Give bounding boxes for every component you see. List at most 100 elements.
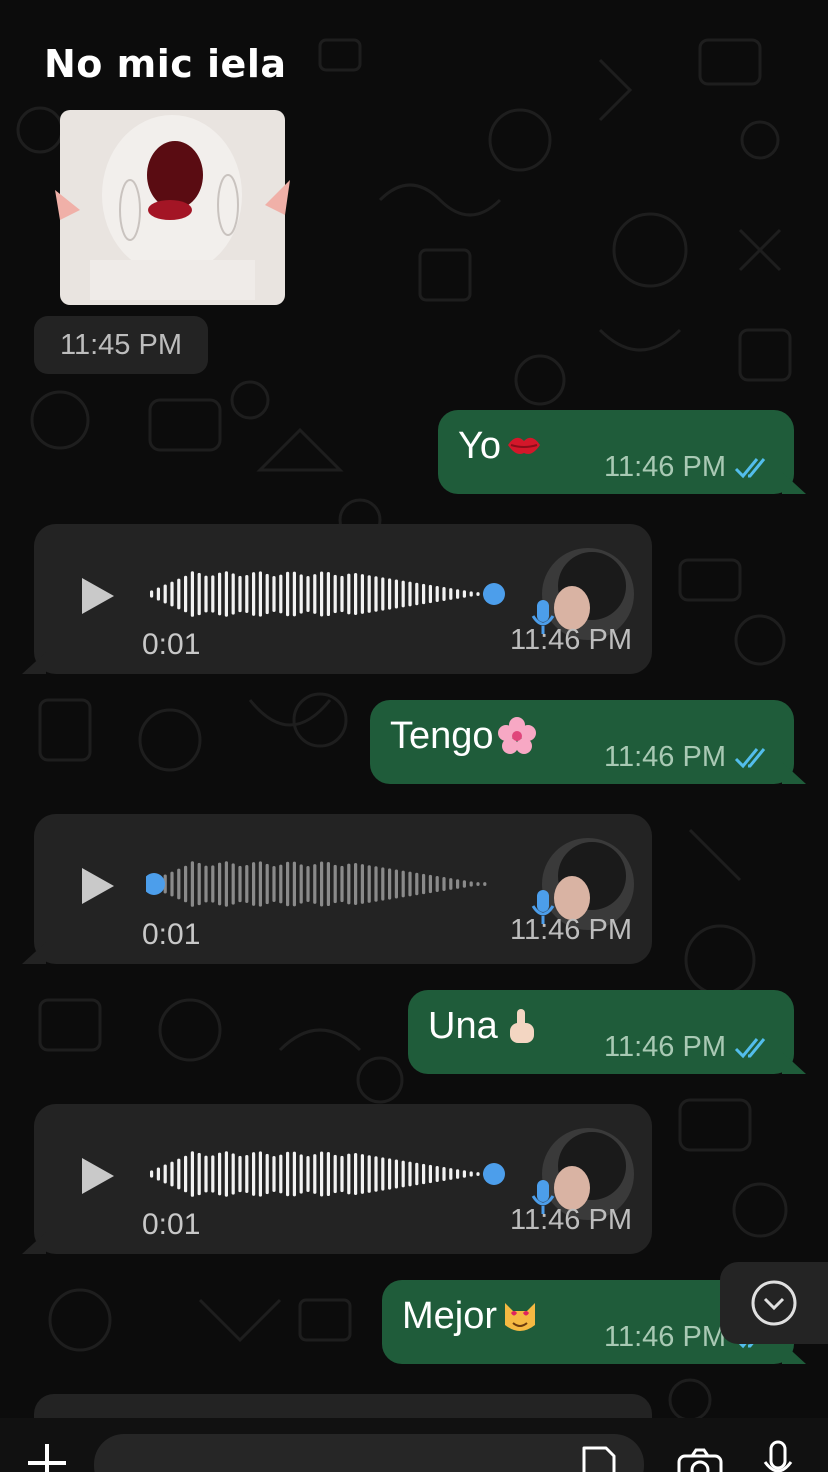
bubble-tail <box>782 762 806 784</box>
sticker-image[interactable] <box>50 100 295 305</box>
sticker-caption: No mic iela <box>44 42 287 86</box>
waveform-bar <box>197 862 201 906</box>
waveform-bar <box>449 1168 453 1180</box>
waveform-bar <box>422 583 426 605</box>
waveform-bar <box>286 1151 290 1197</box>
message-input[interactable] <box>94 1434 644 1472</box>
voice-message[interactable]: 0:01 11:46 PM <box>22 524 652 674</box>
waveform-bar <box>469 591 473 597</box>
message-time: 11:46 PM <box>604 741 726 773</box>
waveform-bar <box>415 872 419 896</box>
waveform-bar <box>340 1155 344 1193</box>
waveform-bar <box>292 1151 296 1197</box>
waveform-bar <box>381 1157 385 1191</box>
waveform-bar <box>435 585 439 603</box>
kiss-mark-icon <box>505 427 543 465</box>
outgoing-message[interactable]: Tengo 11:46 PM <box>370 700 806 784</box>
waveform-bar <box>224 571 228 617</box>
waveform-bar <box>408 871 412 897</box>
chevron-down-icon <box>751 1280 797 1326</box>
waveform-bar <box>292 571 296 617</box>
waveform-bar <box>265 573 269 615</box>
camera-icon[interactable] <box>676 1446 724 1472</box>
waveform-bar <box>449 878 453 890</box>
message-time: 11:46 PM <box>604 1321 726 1353</box>
playhead-dot[interactable] <box>146 873 165 895</box>
waveform-bar <box>326 1151 330 1197</box>
waveform-bar <box>476 882 480 886</box>
voice-duration: 0:01 <box>142 1208 201 1241</box>
plus-icon[interactable] <box>26 1442 68 1472</box>
heart-eyes-cat-icon <box>501 1297 539 1335</box>
waveform-bar <box>476 592 480 596</box>
voice-time: 11:46 PM <box>510 1204 632 1236</box>
waveform-bar <box>292 861 296 907</box>
play-icon[interactable] <box>80 1156 116 1196</box>
waveform-bar <box>190 861 194 907</box>
waveform-bar <box>456 589 460 599</box>
waveform-bar <box>374 1156 378 1192</box>
waveform-bar <box>258 1151 262 1197</box>
voice-message[interactable]: 0:01 11:46 PM <box>22 1104 652 1254</box>
play-icon[interactable] <box>80 866 116 906</box>
chat-screen: No mic iela 11:45 PM Yo 11:46 PM 0:01 11… <box>0 0 828 1472</box>
sticker-icon[interactable] <box>578 1444 618 1472</box>
waveform-bar <box>204 575 208 613</box>
microphone-icon[interactable] <box>762 1440 794 1472</box>
voice-time: 11:46 PM <box>510 914 632 946</box>
bubble-tail <box>782 472 806 494</box>
waveform-bar <box>252 1152 256 1196</box>
scroll-to-bottom-button[interactable] <box>720 1262 828 1344</box>
waveform-bar <box>177 1158 181 1190</box>
voice-message[interactable]: 0:01 11:46 PM <box>22 814 652 964</box>
waveform-bar <box>422 1163 426 1185</box>
waveform-bar <box>394 869 398 899</box>
waveform-bar <box>184 1155 188 1193</box>
outgoing-message[interactable]: Yo 11:46 PM <box>438 410 806 494</box>
waveform-bar <box>258 571 262 617</box>
waveform-bar <box>354 863 358 905</box>
waveform-bar <box>415 582 419 606</box>
waveform-bar <box>299 1154 303 1194</box>
waveform-bar <box>224 861 228 907</box>
waveform-bar <box>442 587 446 601</box>
waveform-bar <box>408 581 412 607</box>
voice-duration: 0:01 <box>142 628 201 661</box>
waveform-bar <box>170 871 174 897</box>
waveform-bar <box>388 1158 392 1190</box>
playhead-dot[interactable] <box>483 1163 505 1185</box>
waveform-bar <box>333 864 337 904</box>
pointing-up-icon <box>502 1007 540 1045</box>
waveform-bar <box>401 580 405 608</box>
waveform-bar <box>456 1169 460 1179</box>
playhead-dot[interactable] <box>483 583 505 605</box>
message-text: Una <box>428 1004 540 1048</box>
waveform-bar <box>367 865 371 903</box>
waveform-bar <box>401 1160 405 1188</box>
waveform-bar <box>211 1155 215 1193</box>
waveform-bar <box>374 576 378 612</box>
waveform-bar <box>347 1153 351 1195</box>
waveform-bar <box>388 868 392 900</box>
waveform-bar <box>265 863 269 905</box>
waveform-bar <box>442 1167 446 1181</box>
waveform-bar <box>354 1153 358 1195</box>
outgoing-message[interactable]: Una 11:46 PM <box>408 990 806 1074</box>
waveform-bar <box>340 575 344 613</box>
waveform-bar <box>306 575 310 613</box>
bubble-tail <box>782 1052 806 1074</box>
waveform-bar <box>245 575 249 613</box>
waveform[interactable] <box>146 1144 506 1204</box>
waveform[interactable] <box>146 854 506 914</box>
waveform-bar <box>408 1161 412 1187</box>
play-icon[interactable] <box>80 576 116 616</box>
waveform-bar <box>299 574 303 614</box>
waveform-bar <box>360 864 364 904</box>
waveform-bar <box>326 571 330 617</box>
waveform-bar <box>462 1170 466 1178</box>
waveform-bar <box>272 1155 276 1193</box>
waveform[interactable] <box>146 564 506 624</box>
waveform-bar <box>224 1151 228 1197</box>
waveform-bar <box>204 1155 208 1193</box>
waveform-bar <box>428 1164 432 1184</box>
